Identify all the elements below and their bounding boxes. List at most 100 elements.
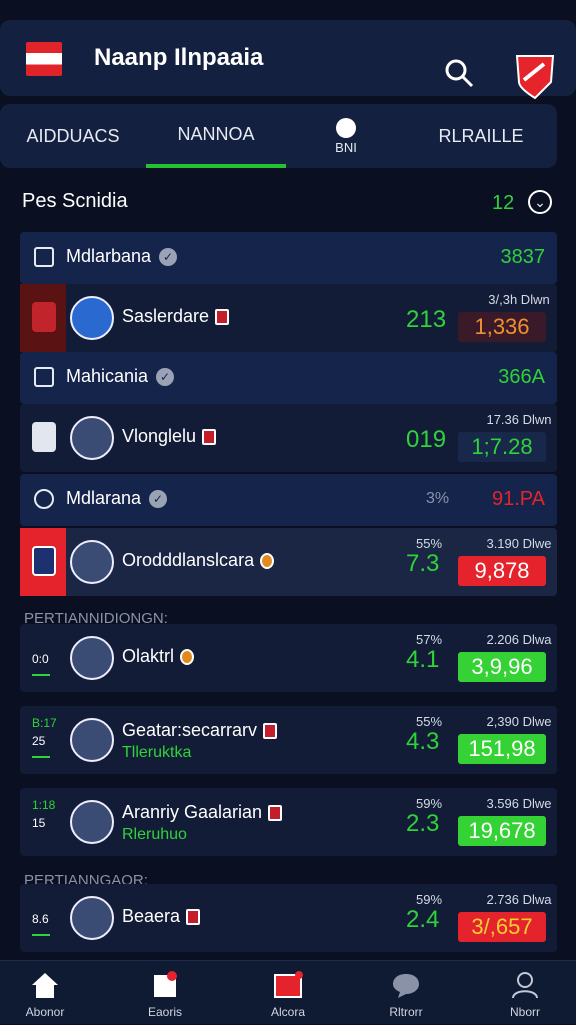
player-avatar: [70, 800, 114, 844]
nav-live[interactable]: Alcora: [243, 961, 333, 1025]
league-value: 3837: [500, 246, 546, 268]
profile-icon: [512, 972, 538, 999]
match-row[interactable]: Orodddlanslcara 55% 7.3 3.190 Dlwe 9,878: [20, 528, 557, 596]
league-pct: 3%: [426, 490, 450, 507]
player-name-text: Geatar:secarrarv: [122, 720, 258, 740]
match-row[interactable]: B:17 25 Geatar:secarrarv Tlleruktka 55% …: [20, 706, 557, 774]
percent-label: 57%: [416, 632, 443, 647]
bottom-nav: Abonor Eaoris Alcora Rltrorr Nborr: [0, 960, 576, 1024]
badge-icon: [202, 429, 217, 446]
team-name: Rleruhuo: [122, 826, 187, 843]
live-icon: [274, 971, 303, 998]
team-crest-icon: [32, 546, 56, 576]
verified-icon: ✓: [159, 248, 178, 267]
badge-icon: [180, 649, 195, 666]
player-avatar: [70, 896, 114, 940]
chevron-down-icon[interactable]: ⌄: [528, 190, 552, 214]
odds-button[interactable]: 3,9,96: [458, 652, 546, 682]
odds-button[interactable]: 3/,657: [458, 912, 546, 942]
section-title: Pes Scnidia: [22, 190, 128, 212]
player-name: Geatar:secarrarv: [122, 720, 278, 741]
player-avatar: [70, 416, 114, 460]
player-name: Orodddlanslcara: [122, 550, 275, 571]
nav-chat[interactable]: Rltrorr: [361, 961, 451, 1025]
tab-bni[interactable]: BNI: [286, 104, 406, 168]
league-name: Mdlarana: [66, 488, 142, 508]
player-name-text: Beaera: [122, 906, 181, 926]
nav-home-label: Abonor: [25, 1005, 65, 1019]
league-value: 366A: [498, 366, 545, 388]
score-value: 4.1: [406, 646, 440, 673]
match-row[interactable]: 0:0 Olaktrl 57% 4.1 2.206 Dlwa 3,9,96: [20, 624, 557, 692]
club-shield-icon[interactable]: [514, 52, 556, 100]
player-name: Aranriy Gaalarian: [122, 802, 283, 823]
rank-underline: [32, 674, 50, 676]
league-name: Mahicania: [66, 366, 149, 386]
player-name: Vlonglelu: [122, 426, 217, 447]
search-icon[interactable]: [444, 58, 474, 88]
player-name: Saslerdare: [122, 306, 230, 327]
league-icon: [34, 489, 54, 509]
nav-matches[interactable]: Eaoris: [120, 961, 210, 1025]
odds-label: 3.596 Dlwe: [486, 796, 552, 811]
badge-icon: [215, 309, 230, 326]
top-app-bar: Naanp Ilnpaaia: [0, 20, 576, 100]
score-value: 213: [406, 306, 447, 333]
football-icon: [336, 117, 356, 138]
player-name-text: Olaktrl: [122, 646, 175, 666]
league-group[interactable]: Mdlarbana ✓ 3837: [20, 232, 557, 284]
odds-button[interactable]: 151,98: [458, 734, 546, 764]
rank-label: 8.6: [32, 912, 49, 926]
badge-icon: [186, 909, 201, 926]
section-count: 12: [492, 192, 515, 214]
odds-button[interactable]: 9,878: [458, 556, 546, 586]
odds-button[interactable]: 19,678: [458, 816, 546, 846]
tab-nannoa[interactable]: NANNOA: [146, 104, 286, 168]
league-label: Mahicania ✓: [66, 366, 175, 387]
nav-profile-label: Nborr: [509, 1005, 540, 1019]
percent-label: 55%: [416, 536, 443, 551]
rank-top-label: B:17: [32, 716, 57, 730]
league-icon: [34, 367, 54, 387]
match-row[interactable]: 8.6 Beaera 59% 2.4 2.736 Dlwa 3/,657: [20, 884, 557, 952]
rank-label: 0:0: [32, 652, 49, 666]
country-flag-icon[interactable]: [26, 42, 62, 76]
nav-live-label: Alcora: [270, 1005, 305, 1019]
nav-matches-label: Eaoris: [147, 1005, 182, 1019]
home-icon: [32, 973, 58, 998]
league-value: 91.PA: [492, 488, 545, 510]
odds-button[interactable]: 1,336: [458, 312, 546, 342]
league-group[interactable]: Mdlarana ✓ 3% 91.PA: [20, 474, 557, 526]
app-title: Naanp Ilnpaaia: [94, 44, 264, 71]
match-row[interactable]: Saslerdare 213 3/,3h Dlwn 1,336: [20, 284, 557, 352]
nav-home[interactable]: Abonor: [0, 961, 90, 1025]
rank-label: 25: [32, 734, 46, 748]
player-name: Beaera: [122, 906, 201, 927]
player-name-text: Vlonglelu: [122, 426, 197, 446]
player-avatar: [70, 718, 114, 762]
odds-label: 3.190 Dlwe: [486, 536, 552, 551]
score-value: 2.3: [406, 810, 440, 837]
player-name-text: Aranriy Gaalarian: [122, 802, 263, 822]
player-name-text: Orodddlanslcara: [122, 550, 255, 570]
nav-chat-label: Rltrorr: [389, 1005, 423, 1019]
percent-label: 55%: [416, 714, 443, 729]
league-group[interactable]: Mahicania ✓ 366A: [20, 352, 557, 404]
league-label: Mdlarbana ✓: [66, 246, 178, 267]
odds-label: 2,390 Dlwe: [486, 714, 552, 729]
player-name: Olaktrl: [122, 646, 195, 667]
verified-icon: ✓: [156, 368, 175, 387]
odds-button[interactable]: 1;7.28: [458, 432, 546, 462]
rank-underline: [32, 756, 50, 758]
team-crest-icon: [32, 422, 56, 452]
tab-bni-label: BNI: [335, 139, 357, 155]
nav-profile[interactable]: Nborr: [480, 961, 570, 1025]
score-value: 7.3: [406, 550, 440, 577]
match-row[interactable]: 1:18 15 Aranriy Gaalarian Rleruhuo 59% 2…: [20, 788, 557, 856]
tab-aidduacs[interactable]: AIDDUACS: [0, 104, 146, 168]
score-value: 019: [406, 426, 447, 453]
rank-label: 15: [32, 816, 46, 830]
match-row[interactable]: Vlonglelu 019 17.36 Dlwn 1;7.28: [20, 404, 557, 472]
odds-label: 2.206 Dlwa: [486, 632, 552, 647]
tab-rlraille[interactable]: RLRAILLE: [406, 104, 556, 168]
